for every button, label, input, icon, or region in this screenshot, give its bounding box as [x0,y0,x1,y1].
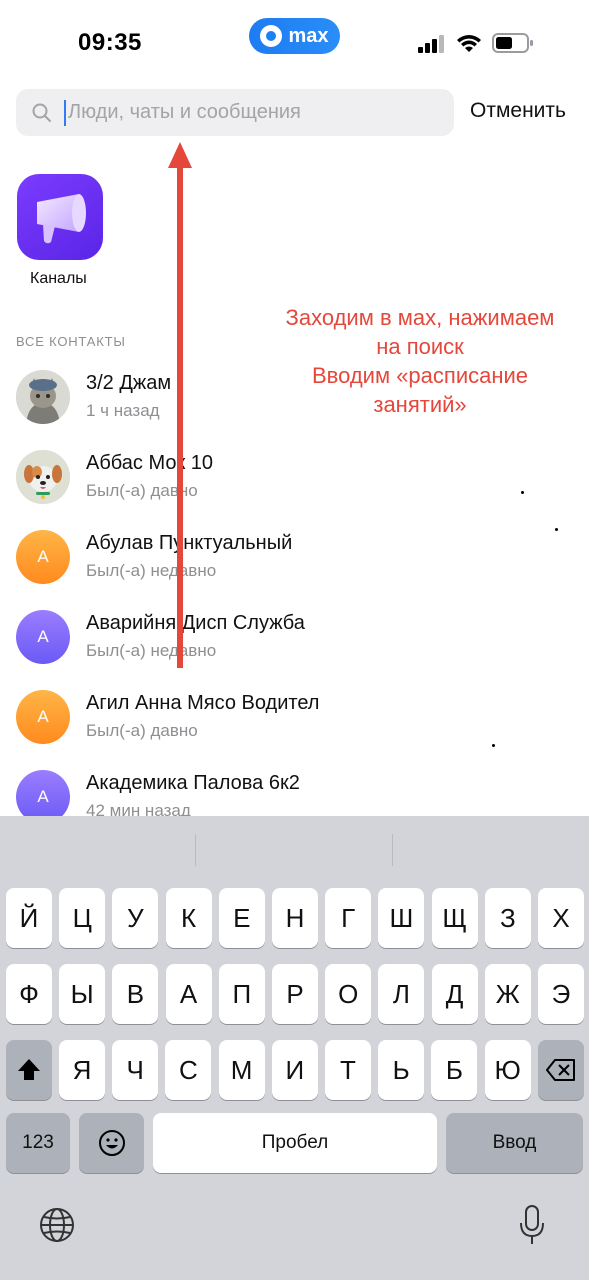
letter-key[interactable]: О [325,964,372,1024]
letter-key[interactable]: Р [272,964,318,1024]
letter-key[interactable]: Ш [378,888,425,948]
letter-key[interactable]: М [218,1040,265,1100]
letter-key[interactable]: Т [325,1040,371,1100]
status-bar: 09:35 max [0,0,589,80]
signal-icon [418,35,444,53]
letter-key[interactable]: Ц [59,888,106,948]
emoji-key[interactable] [79,1113,144,1173]
backspace-icon [546,1059,575,1081]
letter-key[interactable]: Ы [59,964,106,1024]
stray-dot [492,744,495,747]
letter-key[interactable]: Я [59,1040,105,1100]
letter-key[interactable]: Л [378,964,425,1024]
emoji-icon [98,1130,125,1156]
max-app-pill[interactable]: max [249,18,340,54]
avatar [16,370,70,424]
letter-key[interactable]: З [484,888,531,948]
dog-avatar-icon [16,450,70,504]
contacts-section-title: ВСЕ КОНТАКТЫ [16,334,126,349]
stray-dot [555,528,558,531]
cat-avatar-icon [16,370,70,424]
contact-row[interactable]: А Аварийня Дисп Служба Был(-а) недавно [0,610,589,690]
contact-status: Был(-а) давно [86,721,198,740]
contact-name: Агил Анна Мясо Водител [86,692,320,714]
letter-key[interactable]: П [218,964,265,1024]
avatar: А [16,530,70,584]
shift-icon [18,1059,40,1080]
search-input[interactable] [68,89,448,136]
letter-key[interactable]: Г [325,888,372,948]
letter-key[interactable]: В [112,964,159,1024]
letter-key[interactable]: Н [272,888,318,948]
cancel-button[interactable]: Отменить [470,99,566,123]
globe-icon[interactable] [38,1206,76,1244]
letter-key[interactable]: Ю [484,1040,531,1100]
annotation-arrow [168,142,192,668]
contact-row[interactable]: Аббас Мок 10 Был(-а) давно [0,450,589,530]
annotation-line: на поиск [376,334,464,359]
contact-status: 1 ч назад [86,401,160,420]
contact-name: Академика Палова 6к2 [86,772,300,794]
letter-key[interactable]: К [165,888,212,948]
search-icon [32,103,51,122]
letter-key[interactable]: Щ [431,888,478,948]
avatar: А [16,690,70,744]
letter-key[interactable]: Ч [112,1040,159,1100]
letter-key[interactable]: Х [538,888,584,948]
letter-key[interactable]: Д [431,964,478,1024]
status-time: 09:35 [78,29,142,56]
suggestion-divider [392,834,393,866]
annotation-line: Заходим в мах, нажимаем [285,305,555,330]
letter-key[interactable]: Б [431,1040,478,1100]
contact-row[interactable]: А Абулав Пунктуальный Был(-а) недавно [0,530,589,610]
channels-button[interactable] [17,174,103,260]
shift-key[interactable] [6,1040,52,1100]
letter-key[interactable]: Ж [484,964,531,1024]
backspace-key[interactable] [538,1040,584,1100]
annotation-line: Вводим «расписание [311,363,529,388]
keyboard: ЙЦУКЕНГШЩЗХ ФЫВАПРОЛДЖЭ ЯЧСМИТЬБЮ 123 Пр… [0,816,589,1280]
search-bar[interactable] [16,89,454,136]
megaphone-icon [37,194,86,244]
max-logo-icon [260,25,283,47]
numbers-key[interactable]: 123 [6,1113,70,1173]
space-key[interactable]: Пробел [153,1113,437,1173]
letter-key[interactable]: Э [538,964,584,1024]
max-pill-label: max [288,24,329,47]
letter-key[interactable]: Й [6,888,52,948]
annotation-line: занятий» [373,392,467,417]
letter-key[interactable]: С [165,1040,212,1100]
wifi-icon [457,35,481,52]
channels-label: Каналы [30,270,87,287]
suggestion-divider [195,834,196,866]
avatar [16,450,70,504]
letter-key[interactable]: У [112,888,159,948]
microphone-icon[interactable] [518,1204,546,1246]
battery-icon [492,33,533,53]
annotation-text: Заходим в мах, нажимаем на поиск Вводим … [255,303,585,419]
text-caret [64,100,66,126]
letter-key[interactable]: Ф [6,964,52,1024]
contact-row[interactable]: А Агил Анна Мясо Водител Был(-а) давно [0,690,589,770]
contact-name: 3/2 Джам [86,372,172,394]
avatar: А [16,610,70,664]
return-key[interactable]: Ввод [446,1113,583,1173]
stray-dot [521,491,524,494]
letter-key[interactable]: И [271,1040,318,1100]
letter-key[interactable]: Ь [378,1040,425,1100]
letter-key[interactable]: Е [218,888,265,948]
letter-key[interactable]: А [165,964,212,1024]
